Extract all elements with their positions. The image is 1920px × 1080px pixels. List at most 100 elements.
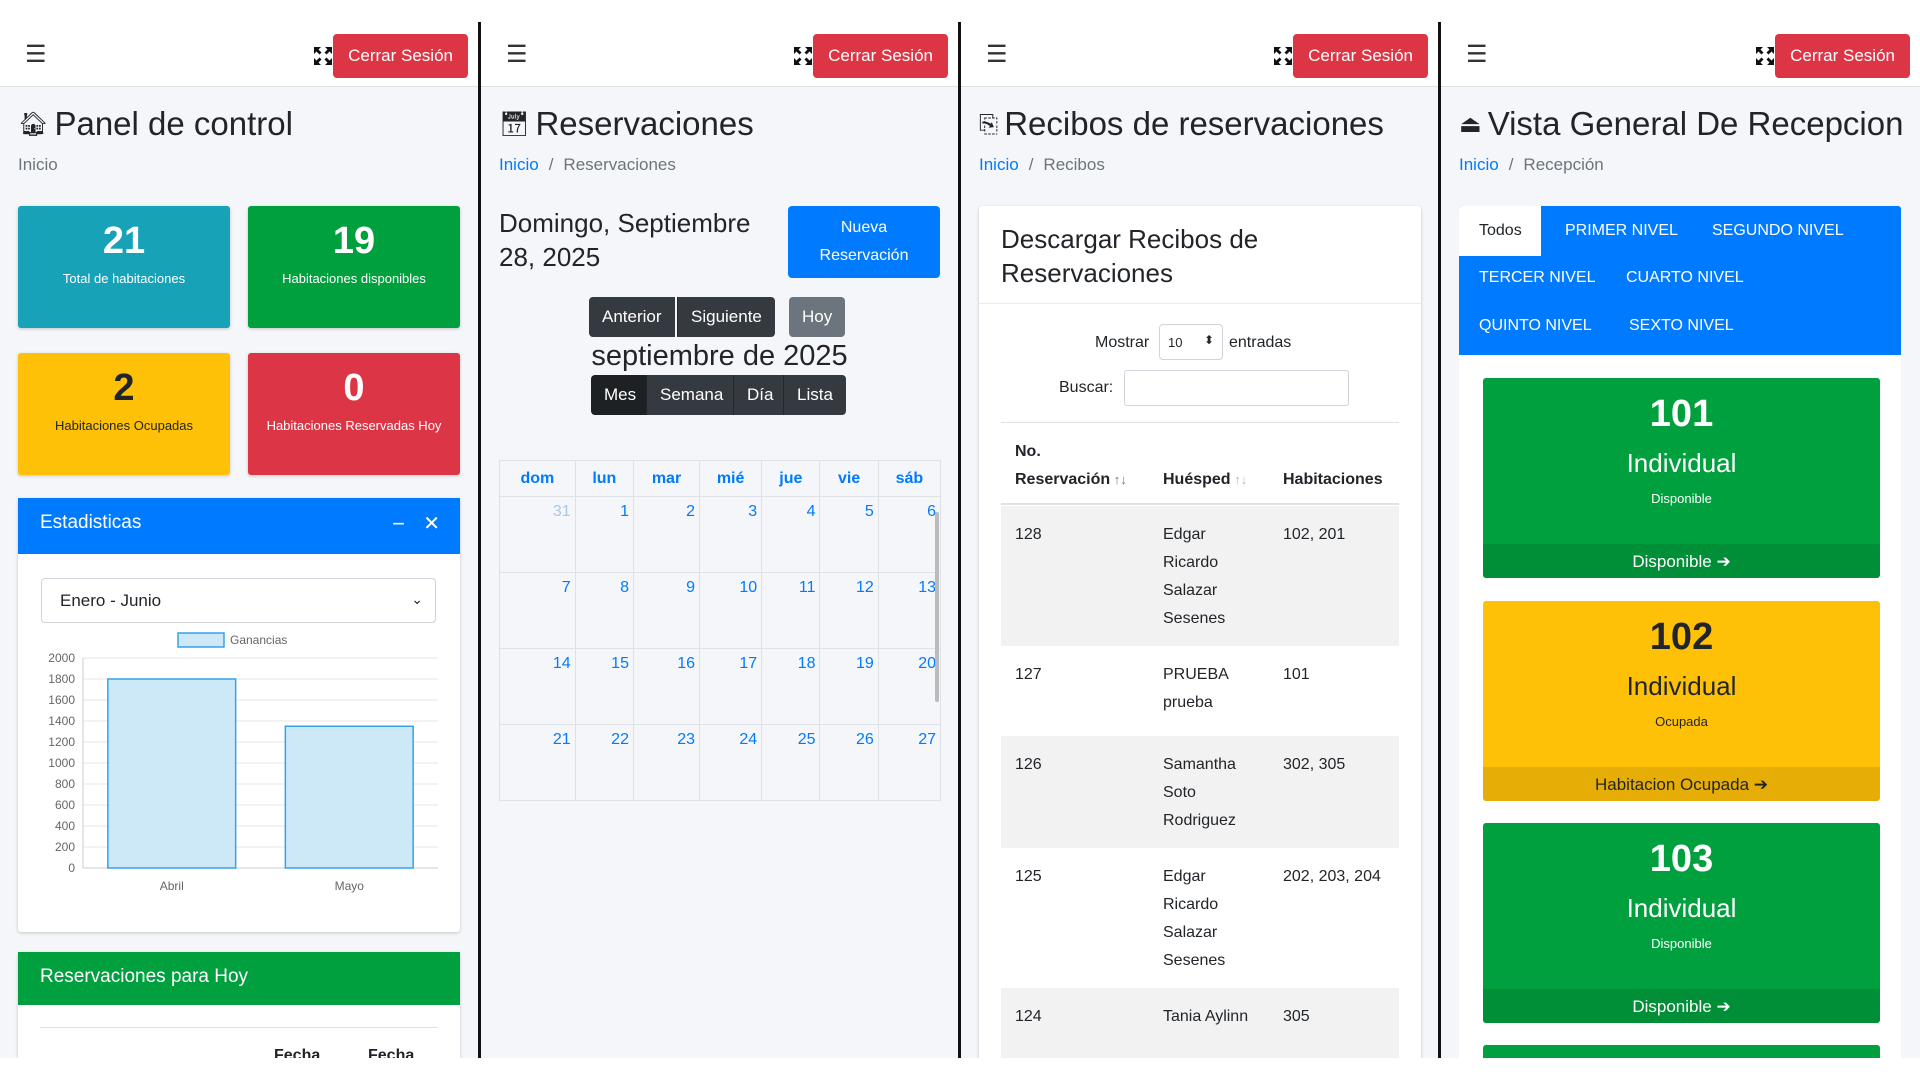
home-icon: 🏠︎ [18,111,49,138]
search-label: Buscar: [1059,379,1114,396]
stat-label: Habitaciones disponibles [282,271,426,286]
month-view-button[interactable]: Mes [591,375,650,415]
period-select[interactable]: Enero - Junio ⌄ [41,578,436,623]
weekday-header: sáb [877,460,942,497]
stat-available-rooms[interactable]: 19 Habitaciones disponibles [248,206,460,328]
calendar-day[interactable]: 10 [699,572,763,649]
logout-button[interactable]: Cerrar Sesión [1293,34,1428,78]
room-footer-link[interactable]: Disponible ➔ [1483,989,1880,1023]
tab-all[interactable]: Todos [1479,222,1522,240]
receipts-panel: ☰ Cerrar Sesión ⎘ Recibos de reservacione… [961,22,1438,1059]
calendar-day[interactable]: 6 [877,496,942,573]
fullscreen-icon[interactable] [1755,46,1775,66]
room-numbers: 101 [1283,666,1310,683]
logout-button[interactable]: Cerrar Sesión [333,34,468,78]
room-number: 102 [1649,616,1714,658]
column-header-number[interactable]: No. Reservación ↑↓ [1015,438,1135,494]
next-button[interactable]: Siguiente [677,297,775,337]
calendar-day[interactable]: 20 [877,648,942,725]
calendar-day[interactable]: 12 [819,572,879,649]
x-tick-label: Abril [160,879,184,893]
fullscreen-icon[interactable] [793,46,813,66]
list-view-button[interactable]: Lista [783,375,846,415]
earnings-chart: 0 200 400 600 800 1000 1200 1400 1600 1800 2000 Abr… [48,632,438,893]
calendar-day[interactable]: 2 [632,496,701,573]
hamburger-menu-icon[interactable]: ☰ [986,43,1008,67]
room-card-103[interactable]: 103 Individual Disponible Disponible ➔ [1483,823,1880,1023]
calendar-day[interactable]: 24 [699,724,763,801]
calendar-day[interactable]: 18 [761,648,821,725]
entries-select[interactable]: 10 ⬍ [1159,324,1223,360]
stat-occupied-rooms[interactable]: 2 Habitaciones Ocupadas [18,353,230,475]
room-footer-link[interactable]: Habitacion Ocupada ➔ [1483,767,1880,801]
tab-third-floor[interactable]: TERCER NIVEL [1479,269,1595,287]
calendar-day[interactable]: 21 [499,724,576,801]
tab-fourth-floor[interactable]: CUARTO NIVEL [1626,269,1744,287]
breadcrumb-current: Reservaciones [563,155,676,174]
hamburger-menu-icon[interactable]: ☰ [25,43,47,67]
stat-total-rooms[interactable]: 21 Total de habitaciones [18,206,230,328]
fullscreen-icon[interactable] [313,46,333,66]
breadcrumb-home-link[interactable]: Inicio [979,155,1019,174]
y-tick-label: 600 [55,798,75,812]
breadcrumb-home-link[interactable]: Inicio [499,155,539,174]
room-numbers: 102, 201 [1283,526,1346,543]
card-title: Reservaciones para Hoy [18,952,460,1005]
sort-icon: ↑↓ [1110,472,1127,487]
room-type: Individual [1626,448,1737,478]
room-card-102[interactable]: 102 Individual Ocupada Habitacion Ocupad… [1483,601,1880,801]
calendar-scrollbar[interactable] [935,512,939,702]
column-header-rooms[interactable]: Habitaciones [1283,466,1383,494]
tab-sixth-floor[interactable]: SEXTO NIVEL [1629,317,1734,335]
calendar-day[interactable]: 15 [574,648,634,725]
calendar-day[interactable]: 13 [877,572,942,649]
calendar-day[interactable]: 26 [819,724,879,801]
stat-reserved-today[interactable]: 0 Habitaciones Reservadas Hoy [248,353,460,475]
receipts-card: Descargar Recibos de Reservaciones Mostr… [979,206,1421,1059]
logout-button[interactable]: Cerrar Sesión [1775,34,1910,78]
calendar-day[interactable]: 3 [699,496,763,573]
hamburger-menu-icon[interactable]: ☰ [1466,43,1488,67]
breadcrumb-home-link[interactable]: Inicio [1459,155,1499,174]
previous-button[interactable]: Anterior [589,297,675,337]
room-status: Ocupada [1655,714,1708,729]
calendar-day[interactable]: 11 [761,572,821,649]
search-input[interactable] [1124,370,1349,406]
calendar-day[interactable]: 19 [819,648,879,725]
minimize-icon[interactable]: − [392,511,405,537]
reservation-number: 128 [1015,526,1042,543]
calendar-day[interactable]: 16 [632,648,701,725]
divider [1001,503,1399,505]
tab-first-floor[interactable]: PRIMER NIVEL [1565,222,1678,240]
room-footer-link[interactable]: Disponible ➔ [1483,544,1880,578]
calendar-day[interactable]: 31 [499,496,576,573]
calendar-day[interactable]: 1 [574,496,634,573]
tab-second-floor[interactable]: SEGUNDO NIVEL [1712,222,1844,240]
calendar-day[interactable]: 5 [819,496,879,573]
calendar-day[interactable]: 27 [877,724,942,801]
calendar-day[interactable]: 14 [499,648,576,725]
close-icon[interactable]: ✕ [423,511,440,536]
calendar-day[interactable]: 8 [574,572,634,649]
fullscreen-icon[interactable] [1273,46,1293,66]
new-reservation-button[interactable]: Nueva Reservación [788,206,940,278]
calendar-day[interactable]: 17 [699,648,763,725]
day-view-button[interactable]: Día [733,375,787,415]
guest-name: Edgar Ricardo Salazar Sesenes [1163,868,1226,969]
logout-button[interactable]: Cerrar Sesión [813,34,948,78]
room-card-101[interactable]: 101 Individual Disponible Disponible ➔ [1483,378,1880,578]
chevron-down-icon: ⌄ [411,591,423,607]
calendar-day[interactable]: 23 [632,724,701,801]
calendar-day[interactable]: 25 [761,724,821,801]
week-view-button[interactable]: Semana [646,375,737,415]
hamburger-menu-icon[interactable]: ☰ [506,43,528,67]
calendar-day[interactable]: 9 [632,572,701,649]
tab-fifth-floor[interactable]: QUINTO NIVEL [1479,317,1592,335]
card-title: Estadisticas [40,512,142,533]
calendar-day[interactable]: 7 [499,572,576,649]
today-button[interactable]: Hoy [789,297,846,337]
room-card-next[interactable] [1483,1045,1880,1059]
column-header-guest[interactable]: Huésped ↑↓ [1163,466,1247,494]
calendar-day[interactable]: 4 [761,496,821,573]
calendar-day[interactable]: 22 [574,724,634,801]
